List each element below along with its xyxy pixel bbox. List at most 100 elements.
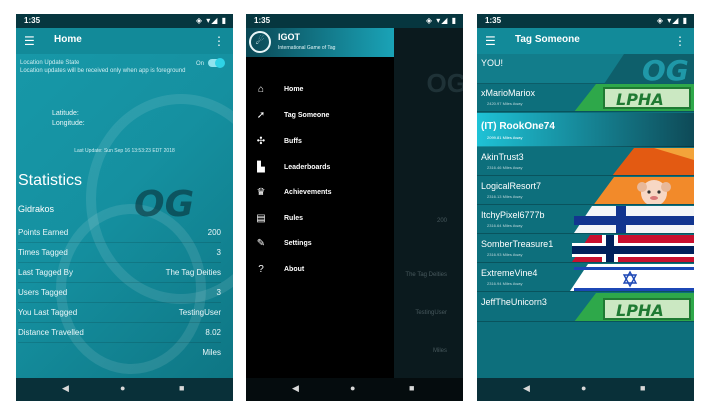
drawer-item-label: Achievements bbox=[284, 189, 332, 196]
player-distance: 2316.93 Miles Away bbox=[487, 252, 523, 257]
drawer-item-achievements[interactable]: ♛ Achievements bbox=[246, 183, 394, 203]
drawer-item-tag-someone[interactable]: ➚ Tag Someone bbox=[246, 106, 394, 126]
player-distance: 2316.94 Miles Away bbox=[487, 281, 523, 286]
stat-label: Users Tagged bbox=[18, 288, 68, 297]
recents-icon[interactable]: ■ bbox=[640, 383, 645, 393]
player-distance: 2316.64 Miles Away bbox=[487, 223, 523, 228]
drawer-item-rules[interactable]: ▤ Rules bbox=[246, 209, 394, 229]
drawer-item-label: Tag Someone bbox=[284, 112, 330, 119]
player-row[interactable]: ExtremeVine4 2316.94 Miles Away bbox=[477, 264, 694, 292]
player-name: ExtremeVine4 bbox=[481, 268, 538, 278]
player-row[interactable]: OG YOU! bbox=[477, 54, 694, 84]
stat-row: Points Earned 200 bbox=[18, 224, 221, 243]
drawer-item-label: Rules bbox=[284, 215, 304, 222]
recents-icon[interactable]: ■ bbox=[179, 383, 184, 393]
player-row[interactable]: ItchyPixel6777b 2316.64 Miles Away bbox=[477, 206, 694, 234]
player-row[interactable]: SomberTreasure1 2316.93 Miles Away bbox=[477, 235, 694, 263]
stat-value: TestingUser bbox=[178, 308, 221, 317]
player-row-selected[interactable]: (IT) RookOne74 2099.81 Miles Away bbox=[477, 113, 694, 147]
dimmed-stat: 200 bbox=[436, 218, 447, 224]
finland-flag bbox=[574, 206, 694, 233]
trophy-icon: ♛ bbox=[256, 187, 266, 198]
status-bar: 1:35 ◈ ▾◢ ▮ bbox=[16, 14, 233, 28]
alpha-banner: LPHA bbox=[574, 293, 694, 321]
app-bar: ☰ Home ⋮ bbox=[16, 28, 233, 54]
og-banner-text: OG bbox=[642, 54, 689, 84]
player-row[interactable]: LPHA xMarioMariox 2420.97 Miles Away bbox=[477, 84, 694, 112]
home-nav-icon[interactable]: ● bbox=[120, 383, 125, 393]
hamburger-icon[interactable]: ☰ bbox=[485, 33, 496, 49]
stat-row: Users Tagged 3 bbox=[18, 284, 221, 303]
recents-icon[interactable]: ■ bbox=[409, 383, 414, 393]
buff-icon: ✣ bbox=[256, 136, 266, 147]
stat-value: Miles bbox=[202, 348, 221, 357]
nav-bar: ◀ ● ■ bbox=[246, 378, 463, 401]
player-name: Gidrakos bbox=[18, 204, 55, 214]
nav-bar: ◀ ● ■ bbox=[16, 378, 233, 401]
player-name: xMarioMariox bbox=[481, 88, 536, 98]
drawer-item-settings[interactable]: ✎ Settings bbox=[246, 234, 394, 254]
overflow-icon[interactable]: ⋮ bbox=[213, 33, 225, 49]
stat-value: The Tag Deities bbox=[165, 268, 221, 277]
player-row[interactable]: LPHA JeffTheUnicorn3 bbox=[477, 293, 694, 322]
player-name: YOU! bbox=[481, 58, 504, 68]
last-update-text: Last Update: Sun Sep 16 13:53:23 EDT 201… bbox=[74, 148, 175, 154]
drawer-screen: 1:35 ◈ ▾◢ ▮ OG 200 The Tag Deities Testi… bbox=[246, 14, 463, 401]
drawer-item-label: Leaderboards bbox=[284, 164, 331, 171]
hamburger-icon[interactable]: ☰ bbox=[24, 33, 35, 49]
player-row[interactable]: LogicalResort7 2316.13 Miles Away bbox=[477, 177, 694, 205]
location-state-title: Location Update State bbox=[20, 60, 80, 66]
norway-flag bbox=[572, 235, 694, 262]
stat-value: 3 bbox=[216, 288, 221, 297]
status-bar: 1:35 ◈ ▾◢ ▮ bbox=[246, 14, 463, 28]
dimmed-stat: TestingUser bbox=[415, 310, 447, 316]
stat-label: Points Earned bbox=[18, 228, 69, 237]
stat-value: 200 bbox=[207, 228, 221, 237]
back-icon[interactable]: ◀ bbox=[292, 383, 299, 394]
player-name: SomberTreasure1 bbox=[481, 239, 554, 249]
player-distance: 2316.13 Miles Away bbox=[487, 194, 523, 199]
player-row[interactable]: AkinTrust3 2316.46 Miles Away bbox=[477, 148, 694, 176]
help-icon: ? bbox=[258, 264, 264, 275]
home-nav-icon[interactable]: ● bbox=[350, 383, 355, 393]
dimmed-stat: Miles bbox=[432, 348, 447, 354]
player-distance: 2099.81 Miles Away bbox=[487, 135, 523, 140]
alpha-banner-text: LPHA bbox=[616, 301, 664, 320]
monkey-avatar bbox=[594, 177, 694, 204]
stat-row: You Last Tagged TestingUser bbox=[18, 304, 221, 323]
status-bar: 1:35 ◈ ▾◢ ▮ bbox=[477, 14, 694, 28]
home-icon: ⌂ bbox=[257, 84, 265, 95]
latitude-label: Latitude: bbox=[52, 110, 79, 117]
drawer-item-label: Settings bbox=[284, 240, 312, 247]
alpha-banner: LPHA bbox=[574, 84, 694, 111]
drawer-item-home[interactable]: ⌂ Home bbox=[246, 80, 394, 100]
back-icon[interactable]: ◀ bbox=[62, 383, 69, 394]
back-icon[interactable]: ◀ bbox=[523, 383, 530, 394]
overflow-icon[interactable]: ⋮ bbox=[674, 33, 686, 49]
drawer-app-title: IGOT bbox=[278, 32, 300, 42]
stat-row: Times Tagged 3 bbox=[18, 244, 221, 263]
og-watermark: OG bbox=[134, 184, 195, 225]
page-title: Tag Someone bbox=[515, 34, 580, 45]
wrench-icon: ✎ bbox=[256, 238, 266, 249]
longitude-label: Longitude: bbox=[52, 120, 85, 127]
drawer-header: ☄ IGOT International Game of Tag bbox=[246, 28, 394, 57]
player-name: LogicalResort7 bbox=[481, 181, 542, 191]
stat-label: Last Tagged By bbox=[18, 268, 74, 277]
drawer-item-about[interactable]: ? About bbox=[246, 260, 394, 280]
dimmed-stat: The Tag Deities bbox=[405, 272, 447, 278]
player-name: (IT) RookOne74 bbox=[481, 121, 555, 132]
status-icons: ◈ ▾◢ ▮ bbox=[195, 16, 227, 25]
player-distance: 2420.97 Miles Away bbox=[487, 101, 523, 106]
tag-icon: ➚ bbox=[256, 110, 266, 121]
stat-row: Distance Travelled 8.02 bbox=[18, 324, 221, 343]
drawer-item-leaderboards[interactable]: ▙ Leaderboards bbox=[246, 158, 394, 178]
stat-label: You Last Tagged bbox=[18, 308, 78, 317]
location-toggle[interactable] bbox=[208, 58, 225, 68]
stat-label: Times Tagged bbox=[18, 248, 68, 257]
drawer-item-label: Home bbox=[284, 86, 304, 93]
drawer-item-buffs[interactable]: ✣ Buffs bbox=[246, 132, 394, 152]
home-screen: 1:35 ◈ ▾◢ ▮ ☰ Home ⋮ OG Location Update … bbox=[16, 14, 233, 401]
home-nav-icon[interactable]: ● bbox=[581, 383, 586, 393]
page-title: Home bbox=[54, 34, 82, 45]
